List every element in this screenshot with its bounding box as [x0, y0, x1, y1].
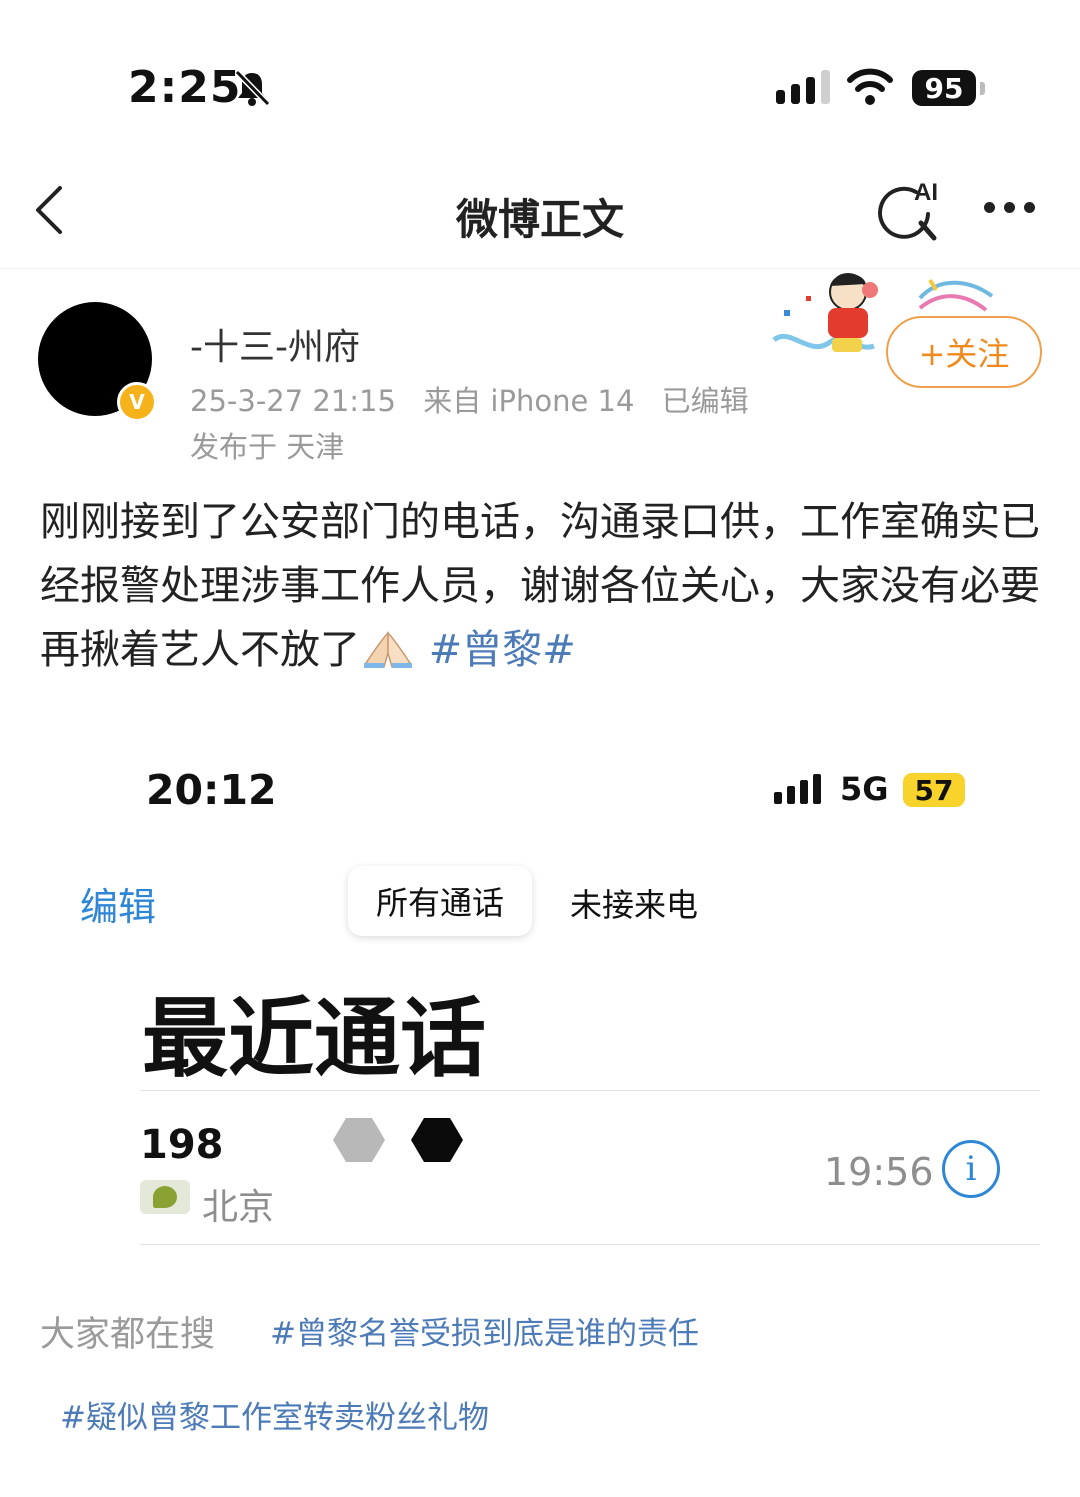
embedded-recent-calls-title: 最近通话: [142, 989, 486, 1089]
embedded-edit-button: 编辑: [80, 885, 157, 929]
post-body: 刚刚接到了公安部门的电话，沟通录口供，工作室确实已经报警处理涉事工作人员，谢谢各…: [40, 490, 1050, 682]
redaction-hexagon-black: [411, 1118, 463, 1162]
post-source: 来自 iPhone 14: [423, 384, 635, 418]
battery-indicator: 95: [912, 70, 976, 106]
embedded-battery-indicator: 57: [903, 773, 965, 807]
embedded-call-number: 198: [140, 1122, 224, 1168]
bell-muted-icon: [234, 69, 271, 107]
embedded-call-location: 北京: [202, 1187, 275, 1228]
embedded-network-label: 5G: [840, 770, 889, 808]
hashtag-link[interactable]: #曾黎#: [429, 627, 576, 673]
ai-label: AI: [914, 179, 938, 206]
post-location: 发布于 天津: [190, 430, 345, 464]
trending-label: 大家都在搜: [40, 1315, 216, 1355]
embedded-divider-top: [140, 1090, 1040, 1091]
status-time: 2:25: [128, 62, 242, 113]
praying-hands-icon: [364, 631, 412, 668]
embedded-signal-icon: [774, 774, 821, 804]
trending-tag[interactable]: #疑似曾黎工作室转卖粉丝礼物: [60, 1392, 489, 1437]
verified-badge: V: [117, 382, 157, 422]
cellular-signal-icon: [776, 70, 830, 104]
embedded-tab-missed-calls: 未接来电: [570, 886, 699, 924]
info-icon: i: [942, 1140, 1000, 1198]
trending-tag[interactable]: #曾黎名誉受损到底是谁的责任: [270, 1308, 699, 1353]
embedded-status-time: 20:12: [146, 766, 277, 814]
ai-search-icon[interactable]: AI: [876, 178, 946, 244]
carrier-logo-icon: [153, 1186, 177, 1208]
post-date: 25-3-27 21:15: [190, 384, 396, 418]
embedded-call-time: 19:56: [824, 1150, 934, 1194]
post-edited: 已编辑: [661, 384, 749, 418]
wifi-icon: [847, 68, 893, 105]
more-icon[interactable]: [984, 202, 1035, 213]
post-meta: 25-3-27 21:15 来自 iPhone 14 已编辑: [190, 378, 767, 420]
embedded-tab-all-calls: 所有通话: [348, 866, 532, 936]
embedded-divider-bottom: [140, 1244, 1040, 1245]
battery-tip: [980, 82, 985, 95]
redaction-hexagon-gray: [333, 1118, 385, 1162]
follow-button[interactable]: +关注: [886, 316, 1042, 388]
author-name[interactable]: -十三-州府: [190, 318, 360, 370]
